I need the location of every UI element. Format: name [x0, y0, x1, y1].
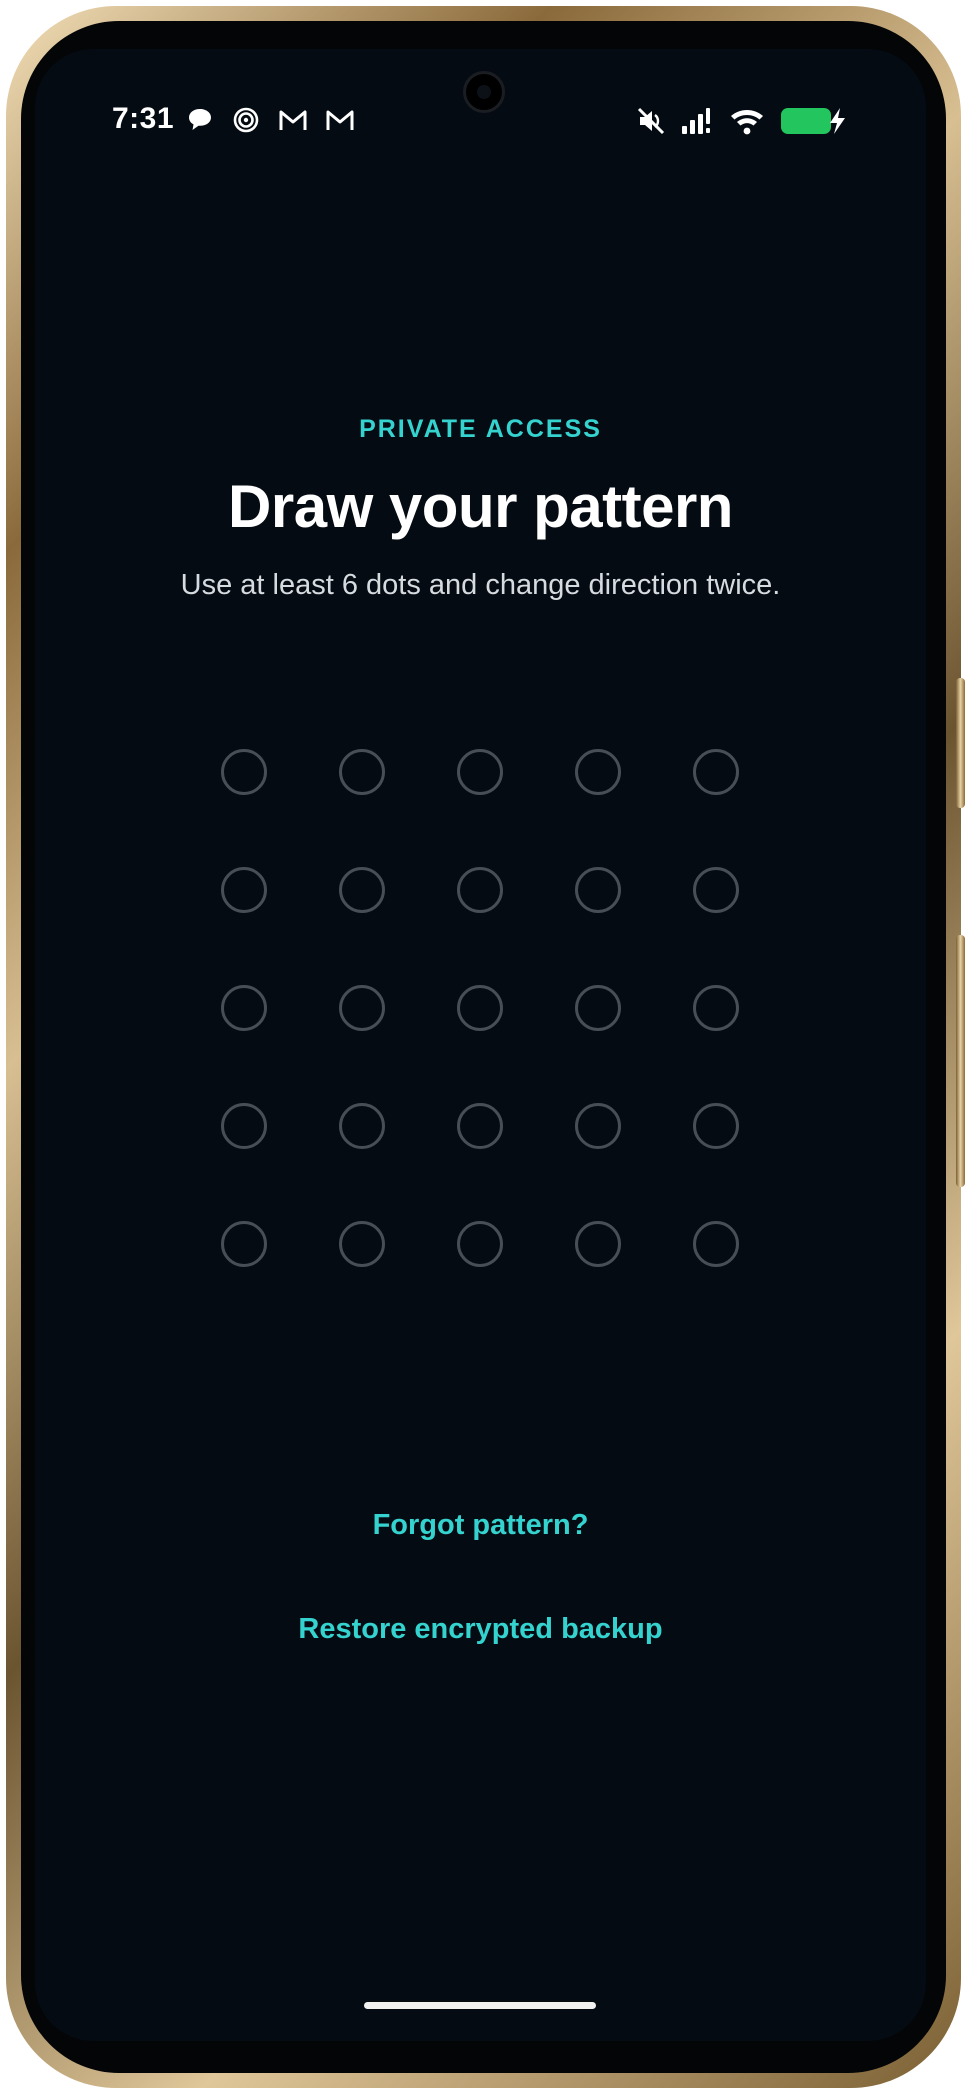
pattern-dot[interactable] — [185, 713, 303, 831]
pattern-dot[interactable] — [421, 1185, 539, 1303]
pattern-dot[interactable] — [185, 949, 303, 1067]
pattern-dot[interactable] — [303, 949, 421, 1067]
pattern-dot[interactable] — [421, 1067, 539, 1185]
pattern-dot[interactable] — [539, 713, 657, 831]
pattern-dot-ring — [575, 867, 621, 913]
pattern-dot[interactable] — [539, 831, 657, 949]
gmail-icon — [326, 110, 354, 130]
pattern-grid[interactable] — [185, 713, 775, 1303]
screen: 7:31 PRIVATE ACCESS Draw your pattern Us… — [35, 49, 926, 2041]
status-bar: 7:31 — [35, 49, 926, 169]
home-indicator[interactable] — [364, 2002, 596, 2009]
pattern-dot-ring — [221, 749, 267, 795]
pattern-dot-ring — [339, 749, 385, 795]
pattern-dot-ring — [575, 1103, 621, 1149]
page-title: Draw your pattern — [228, 473, 733, 540]
pattern-dot-ring — [575, 749, 621, 795]
pattern-dot-ring — [575, 1221, 621, 1267]
pattern-dot[interactable] — [539, 1067, 657, 1185]
pattern-dot-ring — [221, 867, 267, 913]
pattern-dot-ring — [339, 867, 385, 913]
status-time: 7:31 — [112, 102, 175, 135]
pattern-dot-ring — [221, 1103, 267, 1149]
forgot-pattern-link[interactable]: Forgot pattern? — [35, 1509, 926, 1542]
pattern-dot[interactable] — [657, 1185, 775, 1303]
pattern-dot[interactable] — [421, 713, 539, 831]
mute-icon — [637, 107, 665, 135]
signal-icon — [682, 108, 710, 134]
pattern-dot[interactable] — [657, 1067, 775, 1185]
pattern-dot-ring — [457, 1221, 503, 1267]
pattern-dot[interactable] — [421, 949, 539, 1067]
pattern-dot-ring — [457, 985, 503, 1031]
volume-button — [956, 678, 965, 808]
battery-charging-icon — [781, 108, 845, 134]
pattern-dot[interactable] — [303, 1185, 421, 1303]
pattern-dot[interactable] — [539, 949, 657, 1067]
restore-backup-link[interactable]: Restore encrypted backup — [35, 1613, 926, 1646]
pattern-dot-ring — [575, 985, 621, 1031]
pattern-dot-ring — [693, 1221, 739, 1267]
pattern-dot-ring — [221, 1221, 267, 1267]
pattern-dot-ring — [457, 749, 503, 795]
pattern-dot[interactable] — [185, 831, 303, 949]
pattern-dot-ring — [693, 867, 739, 913]
wifi-icon — [731, 110, 763, 135]
pattern-dot-ring — [693, 749, 739, 795]
eyebrow-label: PRIVATE ACCESS — [359, 415, 602, 443]
pattern-dot-ring — [339, 1103, 385, 1149]
pattern-dot-ring — [457, 867, 503, 913]
pattern-dot[interactable] — [657, 831, 775, 949]
spiral-icon — [233, 107, 259, 133]
pattern-dot[interactable] — [185, 1067, 303, 1185]
pattern-dot-ring — [339, 1221, 385, 1267]
pattern-dot[interactable] — [303, 831, 421, 949]
power-button — [956, 935, 965, 1187]
pattern-dot-ring — [339, 985, 385, 1031]
pattern-dot-ring — [693, 1103, 739, 1149]
gmail-icon — [279, 110, 307, 130]
chat-bubble-icon — [189, 109, 211, 130]
pattern-dot[interactable] — [657, 713, 775, 831]
page-subtitle: Use at least 6 dots and change direction… — [180, 569, 781, 601]
front-camera — [463, 71, 505, 113]
pattern-dot[interactable] — [421, 831, 539, 949]
pattern-dot[interactable] — [539, 1185, 657, 1303]
pattern-dot[interactable] — [303, 713, 421, 831]
pattern-dot-ring — [693, 985, 739, 1031]
pattern-dot-ring — [457, 1103, 503, 1149]
pattern-dot-ring — [221, 985, 267, 1031]
pattern-dot[interactable] — [303, 1067, 421, 1185]
pattern-dot[interactable] — [657, 949, 775, 1067]
pattern-dot[interactable] — [185, 1185, 303, 1303]
